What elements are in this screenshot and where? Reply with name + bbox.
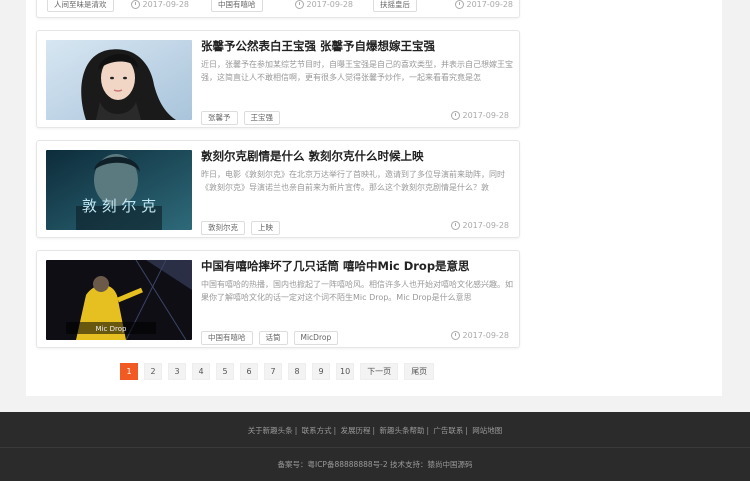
tag[interactable]: 王宝强 xyxy=(243,111,280,125)
tag-list: 张馨予 王宝强 xyxy=(201,111,280,125)
tag[interactable]: 张馨予 xyxy=(201,111,238,125)
article-thumbnail[interactable] xyxy=(46,40,192,120)
tag[interactable]: 扶摇皇后 xyxy=(373,0,417,12)
footer-divider xyxy=(0,447,750,448)
footer-links: 关于新趣头条 | 联系方式 | 发展历程 | 新趣头条帮助 | 广告联系 | 网站地图 xyxy=(247,426,503,435)
article-title[interactable]: 张馨予公然表白王宝强 张馨予自爆想嫁王宝强 xyxy=(201,38,513,54)
article-thumbnail[interactable]: Mic Drop xyxy=(46,260,192,340)
footer-link[interactable]: 发展历程 xyxy=(341,426,371,435)
page-6-button[interactable]: 6 xyxy=(240,363,258,380)
article-card[interactable]: 敦 刻 尔 克 敦刻尔克剧情是什么 敦刻尔克什么时候上映 昨日，电影《敦刻尔克》… xyxy=(36,140,520,238)
clock-icon xyxy=(294,0,304,9)
stage-photo-icon: Mic Drop xyxy=(46,260,192,340)
tag[interactable]: 中国有嘻哈 xyxy=(211,0,263,12)
clock-icon xyxy=(454,0,464,9)
article-summary: 中国有嘻哈的热播，国内也掀起了一阵嘻哈风。相信许多人也开始对嘻哈文化感兴趣。如果… xyxy=(201,280,513,302)
tag[interactable]: 人间至味是清欢 xyxy=(47,0,114,12)
tag-list: 中国有嘻哈 话筒 MicDrop xyxy=(201,331,339,345)
date-stamp: 2017-09-28 xyxy=(450,331,509,340)
date-stamp: 2017-09-28 xyxy=(294,0,353,9)
page-5-button[interactable]: 5 xyxy=(216,363,234,380)
article-summary: 昨日，电影《敦刻尔克》在北京万达举行了首映礼，邀请到了多位导演前来助阵，同时《敦… xyxy=(201,170,505,192)
page-1-button[interactable]: 1 xyxy=(120,363,138,380)
top-cell-1: 人间至味是清欢 2017-09-28 xyxy=(37,0,197,18)
article-card[interactable]: 张馨予公然表白王宝强 张馨予自爆想嫁王宝强 近日，张馨予在参加某综艺节目时，自曝… xyxy=(36,30,520,128)
tag-list: 敦刻尔克 上映 xyxy=(201,221,280,235)
footer-link[interactable]: 广告联系 xyxy=(433,426,463,435)
article-thumbnail[interactable]: 敦 刻 尔 克 xyxy=(46,150,192,230)
article-title[interactable]: 中国有嘻哈摔坏了几只话筒 嘻哈中Mic Drop是意思 xyxy=(201,258,513,274)
page-10-button[interactable]: 10 xyxy=(336,363,355,380)
clock-icon xyxy=(450,331,460,340)
clock-icon xyxy=(450,221,460,230)
last-page-button[interactable]: 尾页 xyxy=(404,363,435,380)
poster-title: 敦 刻 尔 克 xyxy=(82,197,156,215)
tag[interactable]: 中国有嘻哈 xyxy=(201,331,253,345)
tag[interactable]: 敦刻尔克 xyxy=(201,221,245,235)
next-page-button[interactable]: 下一页 xyxy=(360,363,399,380)
page-3-button[interactable]: 3 xyxy=(168,363,186,380)
movie-poster-icon: 敦 刻 尔 克 xyxy=(46,150,192,230)
top-cell-3: 扶摇皇后 2017-09-28 xyxy=(363,0,521,18)
page-8-button[interactable]: 8 xyxy=(288,363,306,380)
footer-link[interactable]: 网站地图 xyxy=(472,426,502,435)
site-footer: 关于新趣头条 | 联系方式 | 发展历程 | 新趣头条帮助 | 广告联系 | 网站地图 备… xyxy=(0,412,750,481)
footer-copyright: 备案号：粤ICP备88888888号-2 技术支持：猿尚中国源码 xyxy=(277,460,473,469)
page-9-button[interactable]: 9 xyxy=(312,363,330,380)
article-title[interactable]: 敦刻尔克剧情是什么 敦刻尔克什么时候上映 xyxy=(201,148,513,164)
date-stamp: 2017-09-28 xyxy=(450,221,509,230)
photo-caption: Mic Drop xyxy=(96,325,127,333)
date-stamp: 2017-09-28 xyxy=(450,111,509,120)
clock-icon xyxy=(130,0,140,9)
clock-icon xyxy=(450,111,460,120)
date-stamp: 2017-09-28 xyxy=(454,0,513,9)
date-stamp: 2017-09-28 xyxy=(130,0,189,9)
page-4-button[interactable]: 4 xyxy=(192,363,210,380)
portrait-photo-icon xyxy=(46,40,192,120)
tag[interactable]: MicDrop xyxy=(293,331,339,345)
top-cell-2: 中国有嘻哈 2017-09-28 xyxy=(201,0,361,18)
page-7-button[interactable]: 7 xyxy=(264,363,282,380)
footer-link[interactable]: 新趣头条帮助 xyxy=(379,426,424,435)
footer-link[interactable]: 联系方式 xyxy=(302,426,332,435)
tag[interactable]: 话筒 xyxy=(258,331,288,345)
article-summary: 近日，张馨予在参加某综艺节目时，自曝王宝强是自己的喜欢类型，并表示自己想嫁王宝强… xyxy=(201,60,513,82)
footer-link[interactable]: 关于新趣头条 xyxy=(248,426,293,435)
pagination: 1 2 3 4 5 6 7 8 9 10 下一页 尾页 xyxy=(120,363,435,380)
article-card[interactable]: Mic Drop 中国有嘻哈摔坏了几只话筒 嘻哈中Mic Drop是意思 中国有… xyxy=(36,250,520,348)
page-2-button[interactable]: 2 xyxy=(144,363,162,380)
tag[interactable]: 上映 xyxy=(251,221,280,235)
previous-article-footer: 人间至味是清欢 2017-09-28 中国有嘻哈 2017-09-28 扶摇皇后… xyxy=(36,0,520,18)
